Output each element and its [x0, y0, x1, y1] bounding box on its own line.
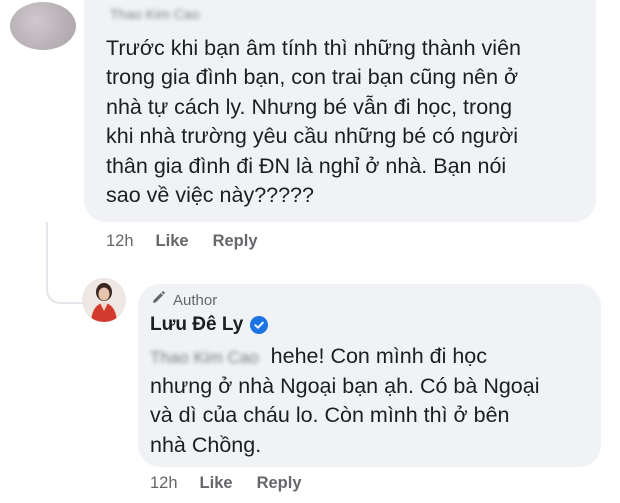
- reply-author-name[interactable]: Lưu Đê Ly: [150, 314, 243, 336]
- reply-author-row: Lưu Đê Ly: [150, 314, 269, 336]
- verified-badge-icon: [250, 316, 269, 334]
- comment-line-1: Trước khi bạn âm tính thì những thành vi…: [106, 36, 521, 60]
- comment-actions: 12h Like Reply: [106, 232, 258, 251]
- reply-like-button[interactable]: Like: [200, 474, 233, 493]
- reply-mention[interactable]: Thao Kim Cao: [150, 343, 259, 372]
- comment-bubble: Thao Kim Cao Trước khi bạn âm tính thì n…: [84, 0, 596, 222]
- comment-reply-button[interactable]: Reply: [213, 232, 258, 251]
- reply-timestamp[interactable]: 12h: [150, 474, 178, 493]
- comment-line-3: nhà tự cách ly. Nhưng bé vẫn đi học, tro…: [106, 95, 513, 119]
- reply-line-1-text: hehe! Con mình đi học: [270, 344, 488, 368]
- comment-timestamp[interactable]: 12h: [106, 232, 134, 251]
- reply-line-3: và dì của cháu lo. Còn mình thì ở bên: [150, 403, 510, 427]
- commenter-avatar[interactable]: [10, 2, 76, 50]
- comment-line-6: sao về việc này?????: [106, 183, 314, 207]
- author-badge-label: Author: [173, 291, 218, 309]
- comment-like-button[interactable]: Like: [156, 232, 189, 251]
- reply-reply-button[interactable]: Reply: [257, 474, 302, 493]
- comment-author-name[interactable]: Thao Kim Cao: [110, 6, 199, 22]
- reply-line-4: nhà Chồng.: [150, 433, 262, 457]
- reply-bubble: Author Lưu Đê Ly Thao Kim Cao hehe! Con m…: [138, 284, 601, 467]
- comment-line-5: thân gia đình đi ĐN là nghỉ ở nhà. Bạn n…: [106, 154, 507, 178]
- comment-line-4: khi nhà trường yêu cầu những bé có người: [106, 124, 519, 148]
- author-badge-row: Author: [150, 290, 217, 310]
- reply-line-1: Thao Kim Cao hehe! Con mình đi học: [150, 342, 487, 372]
- avatar-photo: [82, 278, 126, 322]
- reply-line-2: nhưng ở nhà Ngoại bạn ạh. Có bà Ngoại: [150, 374, 540, 398]
- thread-connector: [46, 222, 86, 304]
- reply-author-avatar[interactable]: [82, 278, 126, 322]
- comment-line-2: trong gia đình bạn, con trai bạn cũng nê…: [106, 65, 519, 89]
- pencil-icon: [150, 290, 166, 310]
- reply-actions: 12h Like Reply: [150, 474, 302, 493]
